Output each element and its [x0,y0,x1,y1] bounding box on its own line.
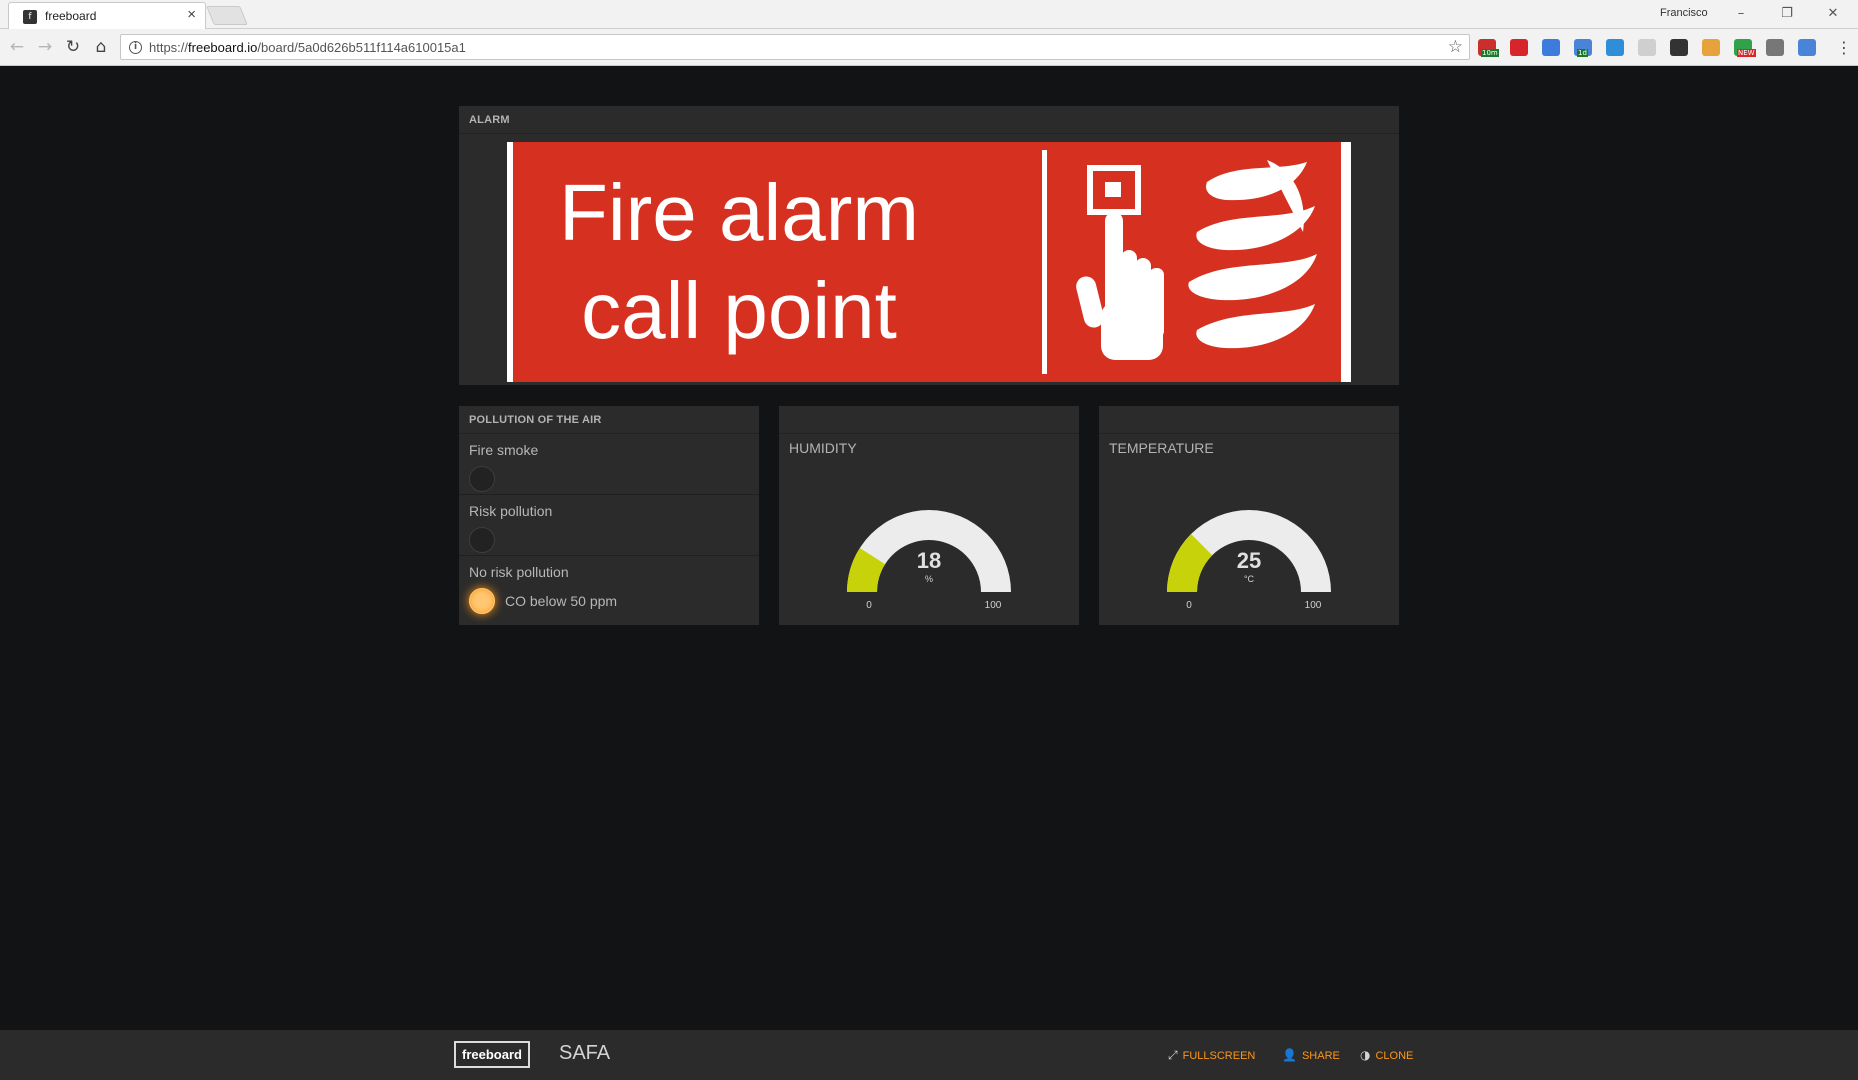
contrast-icon: ◑ [1360,1048,1371,1062]
indicator-label: No risk pollution [469,564,569,580]
forward-icon[interactable]: → [34,36,56,58]
browser-title-bar: f freeboard × Francisco – ❐ ✕ [0,0,1858,29]
ext-rss-icon[interactable]: 10m [1478,39,1499,57]
indicator-light [469,588,495,614]
gauge-min-label: 0 [1186,600,1192,611]
tab-close-icon[interactable]: × [187,7,196,23]
gauge-value: 25 [1237,548,1261,573]
indicator-label: Risk pollution [469,503,553,519]
new-tab-button[interactable] [206,6,248,25]
user-icon: 👤 [1282,1048,1297,1062]
ext-ghost-icon[interactable] [1638,39,1656,56]
alarm-panel-header: ALARM [459,106,1399,134]
extension-badge: 10m [1481,49,1499,57]
clone-link[interactable]: ◑ CLONE [1360,1048,1413,1062]
minimize-icon[interactable]: – [1726,3,1756,25]
indicator-row: Risk pollution [459,495,759,556]
pollution-panel-header: POLLUTION OF THE AIR [459,406,759,434]
extension-badge: 1d [1577,49,1588,57]
indicator-light [469,527,495,553]
ext-new-icon[interactable]: NEW [1734,39,1756,57]
gauge-value: 18 [917,548,941,573]
board-name[interactable]: SAFA [559,1042,610,1065]
temperature-gauge: 25 °C 0 100 [1167,510,1331,611]
menu-icon[interactable]: ⋮ [1836,38,1852,57]
tab-title: freeboard [45,9,97,23]
humidity-gauge-title: HUMIDITY [789,440,857,456]
url-text[interactable]: https://freeboard.io/board/5a0d626b511f1… [149,40,466,55]
profile-name[interactable]: Francisco [1660,7,1708,19]
alarm-panel-body: Fire alarm call point [459,134,1399,385]
close-window-icon[interactable]: ✕ [1818,3,1848,25]
humidity-gauge: 18 % 0 100 [847,510,1011,611]
freeboard-logo[interactable]: freeboard [454,1041,530,1068]
board-footer: freeboard SAFA ⤢ FULLSCREEN 👤 SHARE ◑ CLONE [0,1030,1858,1080]
ext-gear-red-icon[interactable] [1510,39,1528,56]
favicon-icon: f [23,10,37,24]
share-link[interactable]: 👤 SHARE [1282,1048,1340,1062]
ext-window-icon[interactable] [1606,39,1624,56]
gauge-min-label: 0 [866,600,872,611]
humidity-panel-header [779,406,1079,434]
gauge-max-label: 100 [1305,600,1322,611]
temperature-gauge-title: TEMPERATURE [1109,440,1214,456]
indicator-row: No risk pollution CO below 50 ppm [459,556,759,617]
fullscreen-icon: ⤢ [1168,1048,1178,1062]
indicator-text: CO below 50 ppm [505,593,618,609]
ext-rainbow-icon[interactable] [1702,39,1720,56]
bookmark-star-icon[interactable]: ☆ [1448,37,1463,57]
ext-calendar-icon[interactable]: 1d [1574,39,1592,57]
indicator-row: Fire smoke [459,434,759,495]
temperature-panel-header [1099,406,1399,434]
sign-line-2: call point [581,266,897,355]
humidity-panel: HUMIDITY 18 % 0 100 [779,406,1079,625]
indicator-label: Fire smoke [469,442,539,458]
info-icon[interactable]: i [129,41,142,54]
sign-line-1: Fire alarm [559,168,919,257]
ext-folder-icon[interactable] [1766,39,1784,56]
fullscreen-link[interactable]: ⤢ FULLSCREEN [1168,1048,1255,1063]
indicator-light [469,466,495,492]
ext-speed-icon[interactable] [1670,39,1688,56]
restore-icon[interactable]: ❐ [1772,3,1802,25]
back-icon[interactable]: ← [6,36,28,58]
ext-translate-icon[interactable] [1542,39,1560,56]
address-bar[interactable]: i https://freeboard.io/board/5a0d626b511… [120,34,1470,60]
browser-tab[interactable]: f freeboard × [8,2,206,29]
browser-toolbar: ← → ↻ ⌂ i https://freeboard.io/board/5a0… [0,29,1858,66]
pollution-panel-title: POLLUTION OF THE AIR [469,414,602,426]
pollution-panel: POLLUTION OF THE AIR Fire smoke Risk pol… [459,406,759,625]
home-icon[interactable]: ⌂ [90,36,112,58]
ext-schedule-icon[interactable] [1798,39,1816,56]
alarm-panel: ALARM Fire alarm call point [459,106,1399,385]
gauge-max-label: 100 [985,600,1002,611]
pollution-panel-body: Fire smoke Risk pollution No risk pollut… [459,434,759,625]
temperature-panel: TEMPERATURE 25 °C 0 100 [1099,406,1399,625]
fire-alarm-sign-image: Fire alarm call point [507,142,1351,382]
gauge-units: °C [1244,574,1255,584]
extension-badge: NEW [1737,49,1756,57]
reload-icon[interactable]: ↻ [62,36,84,58]
alarm-panel-title: ALARM [469,114,510,126]
gauge-units: % [925,574,933,584]
